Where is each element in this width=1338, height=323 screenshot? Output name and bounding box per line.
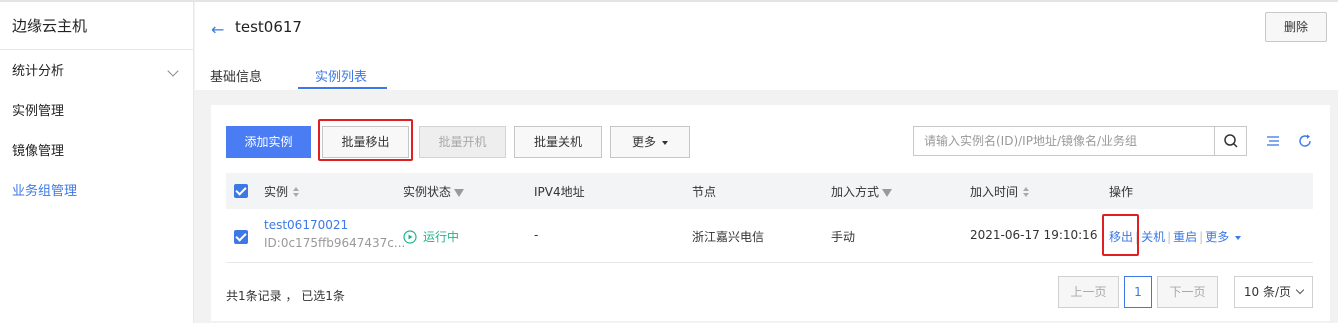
refresh-icon[interactable] — [1296, 132, 1314, 150]
add-instance-button[interactable]: 添加实例 — [226, 126, 311, 158]
column-label: 实例状态 — [403, 185, 452, 199]
running-icon — [403, 230, 417, 244]
column-label: 加入方式 — [831, 185, 880, 199]
column-header-actions: 操作 — [1109, 185, 1134, 199]
active-tab-indicator — [298, 87, 387, 89]
restart-action-link[interactable]: 重启 — [1173, 230, 1197, 244]
shutdown-action-link[interactable]: 关机 — [1141, 230, 1165, 244]
more-actions-link[interactable]: 更多 — [1205, 230, 1229, 244]
column-header-join-method[interactable]: 加入方式 — [831, 183, 893, 200]
tab-basic-info[interactable]: 基础信息 — [210, 66, 262, 85]
column-header-join-time[interactable]: 加入时间 — [970, 183, 1030, 200]
filter-icon — [882, 188, 893, 197]
sidebar-item-label: 统计分析 — [12, 64, 65, 79]
sidebar-item-instances[interactable]: 实例管理 — [0, 92, 193, 132]
divider: | — [1167, 230, 1172, 244]
sidebar-item-label: 业务组管理 — [12, 184, 78, 199]
join-method-cell: 手动 — [831, 230, 856, 244]
page-size-label: 10 条/页 — [1243, 285, 1292, 299]
sidebar-title: 边缘云主机 — [0, 2, 193, 50]
more-label: 更多 — [631, 135, 656, 149]
back-arrow-icon[interactable]: ← — [211, 20, 224, 39]
column-header-status[interactable]: 实例状态 — [403, 183, 465, 200]
node-cell: 浙江嘉兴电信 — [692, 230, 765, 244]
selection-summary: 共1条记录 ， 已选1条 — [226, 289, 345, 303]
ipv4-cell: - — [534, 228, 539, 242]
sidebar-item-statistics[interactable]: 统计分析 — [0, 52, 193, 92]
search-icon — [1224, 134, 1238, 148]
column-header-instance[interactable]: 实例 — [264, 183, 300, 200]
instance-list-card: 添加实例 批量移出 批量开机 批量关机 更多 请输入实例名(ID)/IP地址/镜… — [211, 105, 1330, 321]
page-title: test0617 — [235, 18, 302, 36]
chevron-down-icon — [167, 65, 179, 77]
caret-down-icon — [662, 140, 668, 145]
delete-button[interactable]: 删除 — [1265, 12, 1327, 42]
status-cell: 运行中 — [403, 228, 459, 245]
sidebar: 边缘云主机 统计分析 实例管理 镜像管理 业务组管理 — [0, 2, 194, 323]
batch-stop-button[interactable]: 批量关机 — [514, 126, 602, 158]
row-checkbox[interactable] — [234, 230, 248, 244]
search-button[interactable] — [1214, 127, 1246, 155]
instance-id: ID:0c175ffb9647437c... — [264, 236, 406, 250]
more-dropdown-button[interactable]: 更多 — [610, 126, 690, 158]
sidebar-item-label: 镜像管理 — [12, 144, 65, 159]
tab-instance-list[interactable]: 实例列表 — [315, 66, 367, 85]
search-box — [913, 126, 1247, 156]
sidebar-item-images[interactable]: 镜像管理 — [0, 132, 193, 172]
page-size-select[interactable]: 10 条/页 — [1234, 276, 1313, 308]
highlight-box — [318, 119, 413, 161]
caret-down-icon — [1235, 235, 1242, 240]
column-label: 实例 — [264, 185, 289, 199]
column-label: 加入时间 — [970, 185, 1019, 199]
instance-name-link[interactable]: test06170021 — [264, 218, 348, 232]
prev-page-button[interactable]: 上一页 — [1058, 276, 1119, 308]
next-page-button[interactable]: 下一页 — [1157, 276, 1218, 308]
divider: | — [1199, 230, 1204, 244]
table-row: test06170021 ID:0c175ffb9647437c... 运行中 … — [226, 209, 1313, 263]
column-settings-icon[interactable] — [1265, 132, 1283, 150]
batch-start-button[interactable]: 批量开机 — [419, 126, 506, 158]
join-time-cell: 2021-06-17 19:10:16 — [970, 228, 1098, 242]
sort-icon — [1023, 187, 1030, 198]
filter-icon — [454, 188, 465, 197]
status-text: 运行中 — [423, 230, 460, 244]
column-header-node: 节点 — [692, 185, 717, 199]
sidebar-item-business-groups[interactable]: 业务组管理 — [0, 172, 193, 212]
page-header: ← test0617 删除 基础信息 实例列表 — [195, 2, 1338, 90]
table-header: 实例 实例状态 IPV4地址 节点 加入方式 加入时间 操作 — [226, 173, 1313, 209]
main-content: ← test0617 删除 基础信息 实例列表 添加实例 批量移出 批量开机 批… — [195, 2, 1338, 323]
select-all-checkbox[interactable] — [234, 184, 248, 198]
search-input[interactable] — [914, 127, 1216, 155]
sort-icon — [293, 187, 300, 198]
highlight-box — [1102, 214, 1139, 256]
column-header-ipv4: IPV4地址 — [534, 185, 585, 199]
sidebar-item-label: 实例管理 — [12, 104, 65, 119]
page-number-button[interactable]: 1 — [1124, 276, 1152, 308]
chevron-down-icon — [1295, 285, 1305, 295]
